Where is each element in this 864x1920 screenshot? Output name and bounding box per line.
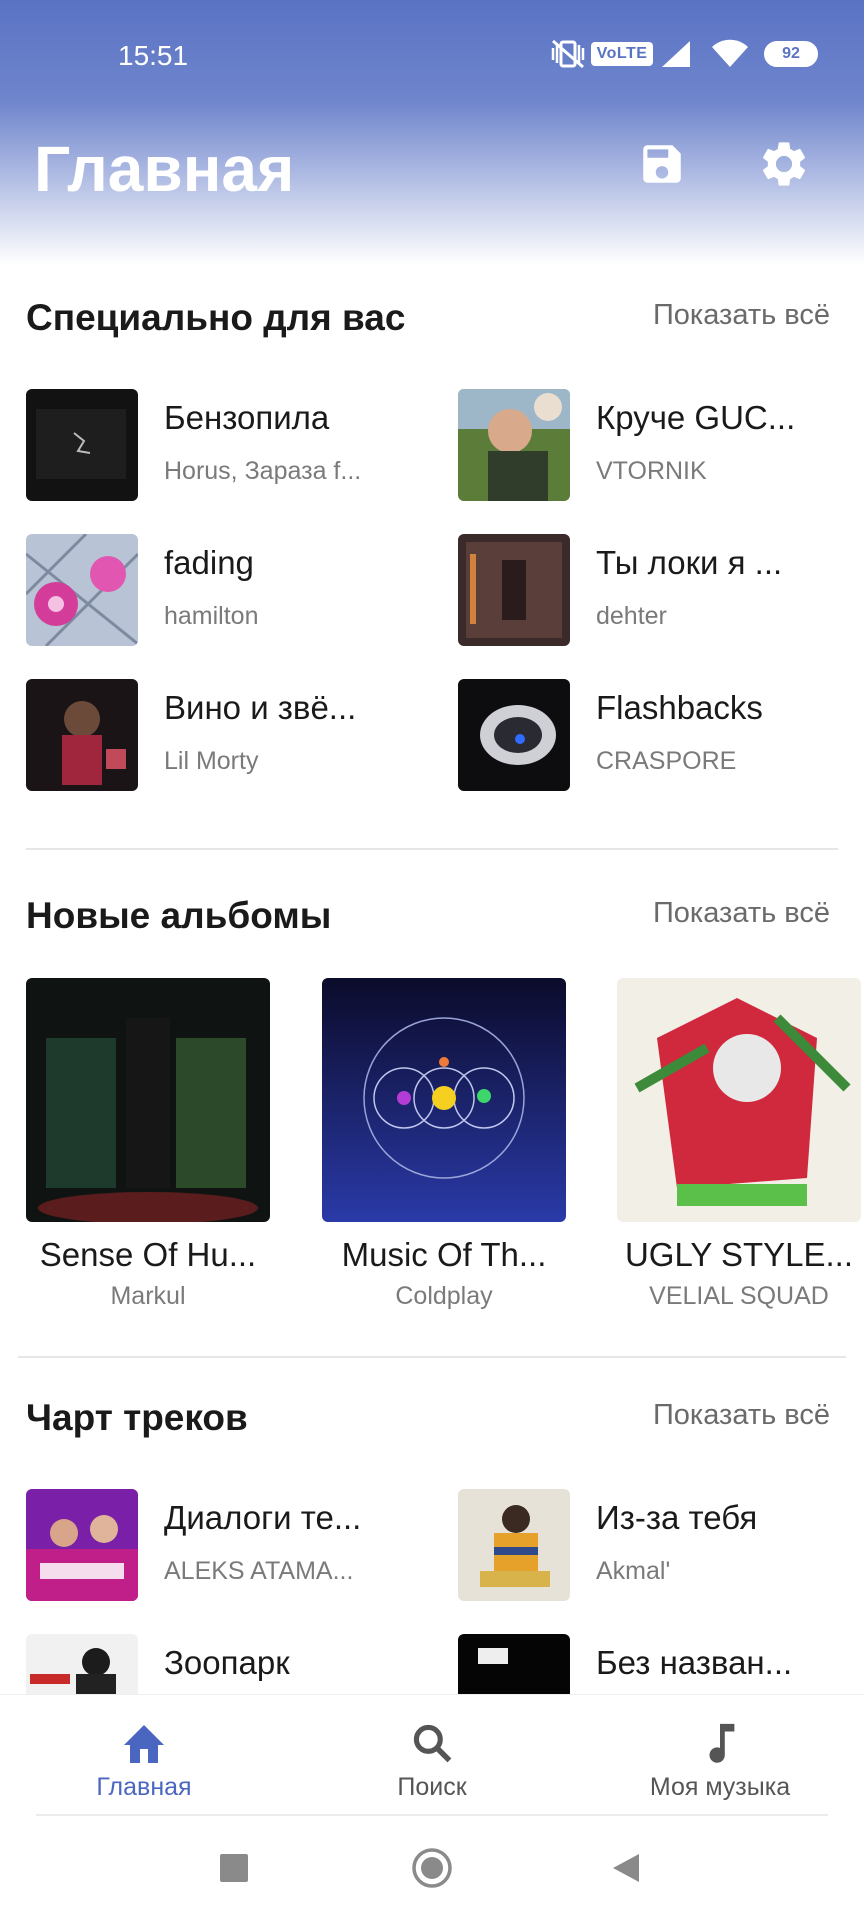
- triangle-back-icon: [613, 1854, 639, 1882]
- status-bar: 15:51 VoLTE 92: [0, 0, 864, 92]
- section-for-you-header: Специально для вас Показать всё: [26, 297, 830, 347]
- track-title: Из-за тебя: [596, 1499, 758, 1536]
- track-title: Круче GUC...: [596, 399, 796, 436]
- album-title: UGLY STYLE...: [624, 1236, 854, 1273]
- system-navigation-bar: [0, 1816, 864, 1920]
- track-cover: [458, 1489, 570, 1601]
- battery-icon: 92: [764, 41, 818, 67]
- track-cover: [26, 1489, 138, 1601]
- nav-item-home[interactable]: Главная: [24, 1695, 264, 1815]
- track-item[interactable]: Бензопила Horus, Зараза f...: [26, 389, 406, 501]
- track-artist: Akmal': [596, 1557, 671, 1585]
- album-artist: VELIAL SQUAD: [649, 1282, 829, 1310]
- app-bar: Главная: [0, 120, 864, 220]
- track-item[interactable]: fading hamilton: [26, 534, 406, 646]
- square-recents-icon: [220, 1854, 248, 1882]
- recents-button[interactable]: [206, 1840, 262, 1896]
- album-title: Music Of Th...: [341, 1236, 547, 1273]
- show-all-chart-button[interactable]: Показать всё: [653, 1399, 830, 1432]
- track-artist: VTORNIK: [596, 457, 707, 485]
- home-system-button[interactable]: [404, 1840, 460, 1896]
- status-time: 15:51: [118, 40, 189, 71]
- track-title: fading: [164, 544, 254, 581]
- section-title: Чарт треков: [26, 1397, 248, 1438]
- track-title: Ты локи я ...: [596, 544, 783, 581]
- track-item[interactable]: Flashbacks CRASPORE: [458, 679, 838, 791]
- volte-icon: VoLTE: [590, 38, 654, 70]
- show-all-for-you-button[interactable]: Показать всё: [653, 299, 830, 332]
- track-cover: [458, 389, 570, 501]
- album-title: Sense Of Hu...: [39, 1236, 257, 1273]
- music-note-icon: [709, 1723, 735, 1763]
- track-item[interactable]: Из-за тебя Akmal': [458, 1489, 838, 1601]
- nav-label: Главная: [96, 1773, 192, 1801]
- nav-label: Моя музыка: [649, 1773, 791, 1801]
- track-cover: [458, 534, 570, 646]
- battery-level: 92: [764, 41, 818, 67]
- section-new-albums-header: Новые альбомы Показать всё: [26, 895, 830, 945]
- track-title: Без назван...: [596, 1644, 793, 1681]
- wifi-icon: [710, 38, 750, 70]
- album-item[interactable]: Sense Of Hu... Markul: [26, 978, 270, 1311]
- track-title: Зоопарк: [164, 1644, 290, 1681]
- nav-item-my-music[interactable]: Моя музыка: [600, 1695, 840, 1815]
- album-artist: Coldplay: [395, 1282, 493, 1310]
- track-item[interactable]: Диалоги те... ALEKS ATAMA...: [26, 1489, 406, 1601]
- circle-home-icon: [412, 1848, 452, 1888]
- track-artist: ALEKS ATAMA...: [164, 1557, 354, 1585]
- track-cover: [458, 679, 570, 791]
- divider: [18, 1356, 846, 1358]
- album-cover: [26, 978, 270, 1222]
- track-artist: hamilton: [164, 602, 259, 630]
- signal-icon: [656, 38, 696, 70]
- album-cover: [617, 978, 861, 1222]
- nav-label: Поиск: [397, 1773, 467, 1801]
- settings-button[interactable]: [752, 132, 816, 196]
- track-cover: [26, 679, 138, 791]
- album-item[interactable]: UGLY STYLE... VELIAL SQUAD: [617, 978, 861, 1311]
- show-all-new-albums-button[interactable]: Показать всё: [653, 897, 830, 930]
- divider: [26, 848, 838, 850]
- track-item[interactable]: Вино и звё... Lil Morty: [26, 679, 406, 791]
- track-artist: Lil Morty: [164, 747, 259, 775]
- search-icon: [413, 1724, 452, 1763]
- back-button[interactable]: [598, 1840, 654, 1896]
- bottom-navigation: Главная Поиск Моя музыка: [0, 1694, 864, 1814]
- track-cover: [26, 534, 138, 646]
- album-cover: [322, 978, 566, 1222]
- track-item[interactable]: Ты локи я ... dehter: [458, 534, 838, 646]
- section-chart-header: Чарт треков Показать всё: [26, 1397, 830, 1447]
- track-title: Вино и звё...: [164, 689, 357, 726]
- home-icon: [124, 1725, 164, 1763]
- section-title: Специально для вас: [26, 297, 406, 338]
- settings-gear-icon: [762, 142, 806, 186]
- track-artist: dehter: [596, 602, 667, 630]
- save-button[interactable]: [630, 132, 694, 196]
- track-item[interactable]: Круче GUC... VTORNIK: [458, 389, 838, 501]
- album-artist: Markul: [110, 1282, 186, 1310]
- track-title: Диалоги те...: [164, 1499, 362, 1536]
- album-item[interactable]: Music Of Th... Coldplay: [322, 978, 566, 1311]
- track-artist: CRASPORE: [596, 747, 737, 775]
- section-title: Новые альбомы: [26, 895, 332, 936]
- page-title: Главная: [34, 133, 295, 205]
- track-artist: Horus, Зараза f...: [164, 457, 362, 485]
- track-cover: [26, 389, 138, 501]
- nav-item-search[interactable]: Поиск: [312, 1695, 552, 1815]
- track-title: Flashbacks: [596, 689, 763, 726]
- track-title: Бензопила: [164, 399, 330, 436]
- vibrate-off-icon: [548, 38, 588, 70]
- save-icon: [643, 145, 681, 183]
